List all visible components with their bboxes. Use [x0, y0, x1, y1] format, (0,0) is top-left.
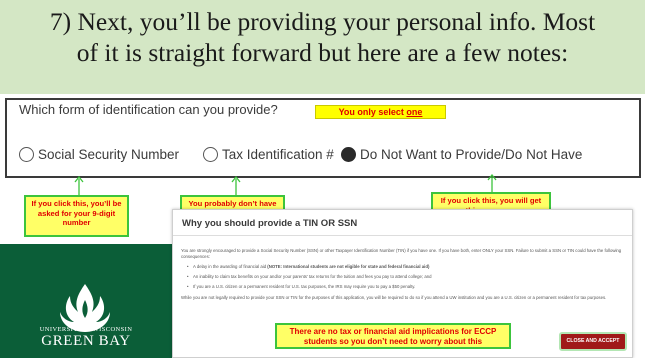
arrow-up-icon	[74, 176, 84, 196]
radio-label-do-not-provide: Do Not Want to Provide/Do Not Have	[360, 146, 583, 162]
modal-outro: While you are not legally required to pr…	[181, 295, 607, 300]
slide-title: 7) Next, you’ll be providing your person…	[49, 7, 596, 67]
modal-intro: You are strongly encouraged to provide a…	[181, 248, 622, 260]
radio-ssn[interactable]: Social Security Number	[19, 144, 179, 164]
arrow-up-icon	[231, 176, 241, 196]
close-and-accept-button[interactable]: CLOSE AND ACCEPT	[559, 332, 627, 351]
university-wordmark-small: UNIVERSITY of WISCONSIN	[39, 326, 133, 333]
radio-selected-icon	[341, 146, 356, 162]
callout-no-implications: There are no tax or financial aid implic…	[275, 323, 511, 349]
select-one-note-text: You only select	[338, 107, 407, 117]
radio-label-ssn: Social Security Number	[38, 146, 180, 162]
arrow-up-icon	[487, 174, 497, 193]
modal-title: Why you should provide a TIN OR SSN	[182, 218, 358, 229]
identification-question: Which form of identification can you pro…	[19, 102, 278, 117]
modal-bullet: A delay in the awarding of financial aid…	[187, 264, 618, 270]
radio-circle-icon	[19, 146, 34, 162]
radio-label-tin: Tax Identification #	[222, 146, 334, 162]
university-wordmark: GREEN BAY	[41, 333, 131, 349]
modal-bullet-text: A delay in the awarding of financial aid	[193, 264, 268, 269]
radio-circle-icon	[203, 146, 218, 162]
modal-divider	[173, 235, 632, 236]
modal-bullet-note: (NOTE: International students are not el…	[267, 264, 430, 269]
modal-bullet: An inability to claim tax benefits on yo…	[187, 274, 618, 280]
select-one-note: You only select one	[315, 105, 446, 119]
modal-bullet: If you are a U.S. citizen or a permanent…	[187, 284, 618, 290]
callout-ssn: If you click this, you’ll be asked for y…	[24, 195, 129, 237]
radio-tin[interactable]: Tax Identification #	[203, 144, 334, 164]
select-one-note-emphasis: one	[406, 107, 423, 117]
radio-do-not-provide[interactable]: Do Not Want to Provide/Do Not Have	[341, 144, 582, 164]
